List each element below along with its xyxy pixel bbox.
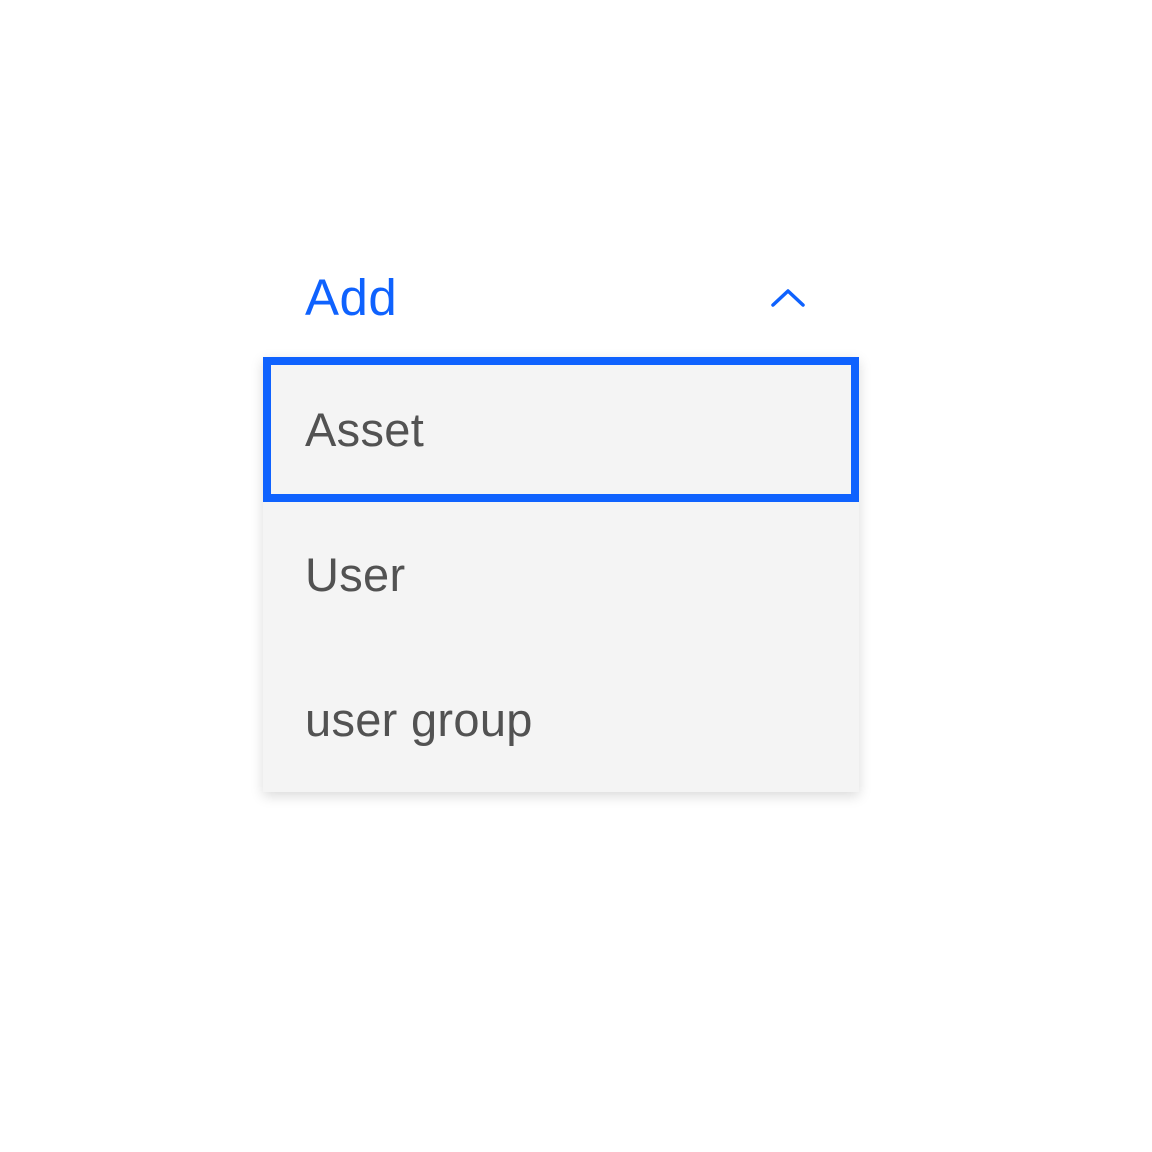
dropdown-option-label: Asset bbox=[305, 403, 424, 456]
chevron-up-icon bbox=[767, 277, 809, 319]
dropdown-option-label: User bbox=[305, 548, 405, 601]
dropdown-option-user[interactable]: User bbox=[263, 502, 859, 647]
add-dropdown-trigger[interactable]: Add bbox=[263, 248, 859, 357]
dropdown-option-label: user group bbox=[305, 693, 533, 746]
add-dropdown-label: Add bbox=[305, 268, 397, 327]
dropdown-option-user-group[interactable]: user group bbox=[263, 647, 859, 792]
dropdown-option-asset[interactable]: Asset bbox=[263, 357, 859, 502]
add-dropdown-menu: Asset User user group bbox=[263, 357, 859, 792]
add-dropdown: Add Asset User user group bbox=[263, 248, 859, 792]
